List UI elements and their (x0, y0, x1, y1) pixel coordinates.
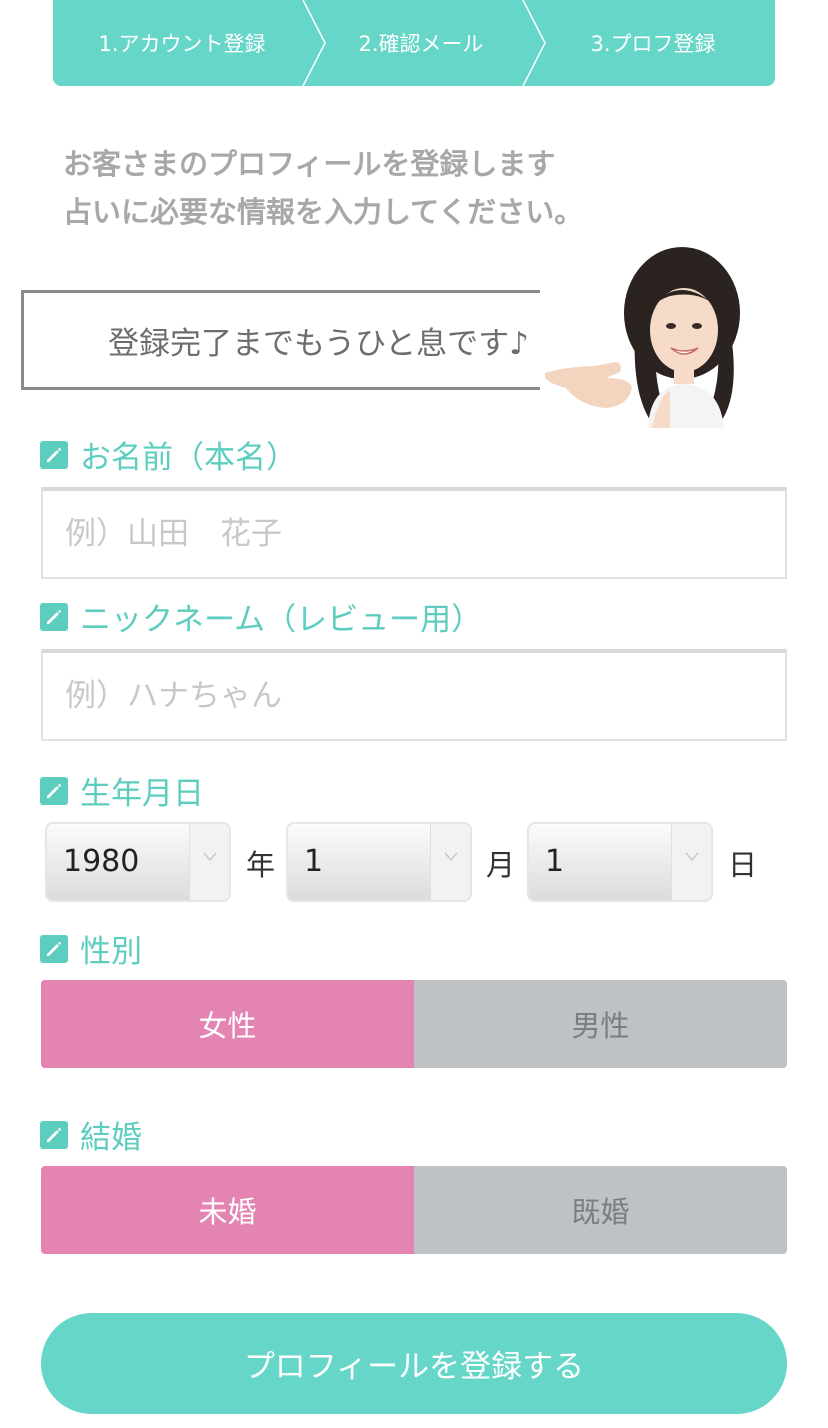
chevron-down-icon (189, 824, 229, 900)
birth-month-select[interactable]: 1 (286, 822, 472, 902)
marriage-option-single[interactable]: 未婚 (41, 1166, 414, 1254)
intro-line-1: お客さまのプロフィールを登録します (63, 147, 556, 181)
birth-day-select[interactable]: 1 (527, 822, 713, 902)
pencil-icon (40, 776, 68, 805)
model-photo (540, 238, 785, 428)
nickname-heading: ニックネーム（レビュー用） (40, 594, 482, 639)
birth-year-value: 1980 (63, 844, 140, 879)
step-profile: 3.プロフ登録 (590, 32, 716, 56)
speech-bubble-text: 登録完了までもうひと息です♪ (108, 325, 529, 362)
register-profile-button[interactable]: プロフィールを登録する (41, 1313, 787, 1414)
gender-label: 性別 (80, 934, 142, 970)
name-input[interactable] (41, 487, 787, 579)
speech-bubble: 登録完了までもうひと息です♪ (21, 290, 616, 390)
step-account: 1.アカウント登録 (98, 32, 266, 56)
birth-day-value: 1 (545, 844, 565, 879)
birthday-heading: 生年月日 (40, 768, 204, 813)
name-heading: お名前（本名） (40, 432, 297, 477)
month-unit: 月 (486, 848, 516, 882)
year-unit: 年 (246, 848, 276, 882)
pencil-icon (40, 602, 68, 631)
chevron-down-icon (430, 824, 470, 900)
pencil-icon (40, 440, 68, 469)
name-label: お名前（本名） (80, 440, 297, 476)
marriage-option-married[interactable]: 既婚 (414, 1166, 787, 1254)
gender-option-male[interactable]: 男性 (414, 980, 787, 1068)
intro-line-2: 占いに必要な情報を入力してください。 (63, 195, 584, 229)
gender-toggle: 女性 男性 (41, 980, 787, 1068)
progress-stepper: 1.アカウント登録 2.確認メール 3.プロフ登録 (53, 0, 775, 86)
birthday-label: 生年月日 (80, 776, 204, 812)
day-unit: 日 (728, 848, 758, 882)
marriage-label: 結婚 (80, 1120, 142, 1156)
step-confirm-mail: 2.確認メール (358, 32, 484, 56)
gender-option-female[interactable]: 女性 (41, 980, 414, 1068)
birth-year-select[interactable]: 1980 (45, 822, 231, 902)
intro-text: お客さまのプロフィールを登録します 占いに必要な情報を入力してください。 (63, 140, 723, 236)
marriage-toggle: 未婚 既婚 (41, 1166, 787, 1254)
gender-heading: 性別 (40, 926, 142, 971)
chevron-down-icon (671, 824, 711, 900)
pencil-icon (40, 934, 68, 963)
marriage-heading: 結婚 (40, 1112, 142, 1157)
nickname-label: ニックネーム（レビュー用） (80, 602, 483, 638)
birth-month-value: 1 (304, 844, 324, 879)
nickname-input[interactable] (41, 649, 787, 741)
pencil-icon (40, 1120, 68, 1149)
